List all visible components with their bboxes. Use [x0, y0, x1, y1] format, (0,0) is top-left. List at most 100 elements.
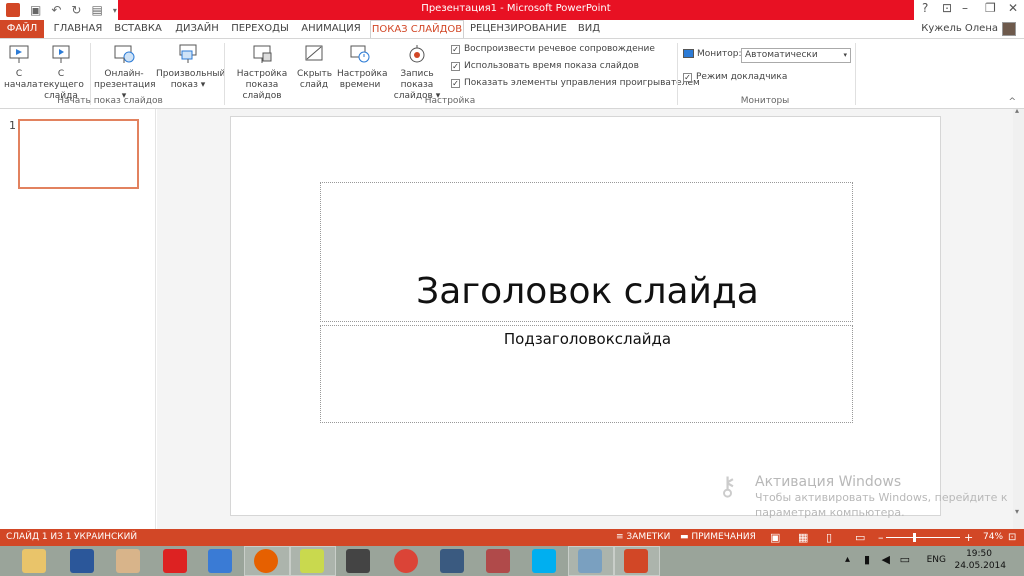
- tab-file[interactable]: ФАЙЛ: [0, 20, 44, 38]
- subtitle-placeholder[interactable]: Подзаголовокслайда: [320, 325, 853, 423]
- powerpoint-icon[interactable]: [624, 549, 648, 573]
- checkbox-checked-icon: ✓: [451, 61, 460, 71]
- restore-button[interactable]: ❐: [985, 1, 996, 15]
- checkbox-checked-icon: ✓: [451, 78, 460, 88]
- avatar[interactable]: [1002, 22, 1016, 36]
- media-player-icon[interactable]: [208, 549, 232, 573]
- group-label-start-show: Начать показ слайдов: [57, 96, 163, 106]
- ribbon-display-options-icon[interactable]: ⊡: [942, 1, 952, 15]
- ribbon-separator: [677, 43, 678, 105]
- tab-home[interactable]: ГЛАВНАЯ: [50, 20, 106, 38]
- drawing-app-icon[interactable]: [578, 549, 602, 573]
- tab-transitions[interactable]: ПЕРЕХОДЫ: [229, 20, 291, 38]
- file-explorer-icon[interactable]: [22, 549, 46, 573]
- pen-tool-icon[interactable]: [346, 549, 370, 573]
- slide-thumbnail[interactable]: [18, 119, 139, 189]
- chrome-icon[interactable]: [394, 549, 418, 573]
- media-app-icon[interactable]: [486, 549, 510, 573]
- customize-qat-icon[interactable]: ▾: [113, 6, 117, 15]
- show-media-controls-checkbox[interactable]: ✓ Показать элементы управления проигрыва…: [451, 78, 700, 88]
- record-slide-show-button[interactable]: Запись показа слайдов ▾: [385, 43, 449, 102]
- from-current-slide-button[interactable]: С текущего слайда: [36, 43, 86, 102]
- monitor-icon: [683, 49, 694, 58]
- close-button[interactable]: ✕: [1008, 1, 1018, 15]
- tab-view[interactable]: ВИД: [572, 20, 606, 38]
- ribbon-tabs: ФАЙЛ ГЛАВНАЯ ВСТАВКА ДИЗАЙН ПЕРЕХОДЫ АНИ…: [0, 20, 1024, 38]
- checkbox-checked-icon: ✓: [451, 44, 460, 54]
- folder-app-icon[interactable]: [300, 549, 324, 573]
- slide-canvas[interactable]: Заголовок слайда Подзаголовокслайда: [230, 116, 941, 516]
- m-app-icon[interactable]: [440, 549, 464, 573]
- comments-button[interactable]: ▬ ПРИМЕЧАНИЯ: [680, 529, 756, 546]
- ribbon-separator: [855, 43, 856, 105]
- zoom-slider[interactable]: [886, 537, 960, 538]
- ribbon: С начала С текущего слайда Онлайн- презе…: [0, 38, 1024, 109]
- powerpoint-window: ▣ ↶ ↻ ▤ ▾ Презентация1 - Microsoft Power…: [0, 0, 1024, 576]
- record-icon: [409, 45, 425, 63]
- key-icon: ⚷: [718, 472, 738, 502]
- rehearse-timings-button[interactable]: Настройка времени: [337, 43, 388, 91]
- save-icon[interactable]: ▣: [30, 3, 41, 17]
- play-from-start-icon: [9, 45, 29, 63]
- clock-time[interactable]: 19:50: [966, 549, 992, 559]
- zoom-out-button[interactable]: –: [878, 529, 884, 546]
- use-timings-checkbox[interactable]: ✓ Использовать время показа слайдов: [451, 61, 639, 71]
- redo-icon[interactable]: ↻: [71, 3, 81, 17]
- network-icon[interactable]: ▮: [864, 553, 870, 566]
- vertical-scrollbar[interactable]: ▴ ▾: [1013, 106, 1024, 529]
- title-placeholder[interactable]: Заголовок слайда: [320, 182, 853, 322]
- tab-animations[interactable]: АНИМАЦИЯ: [299, 20, 363, 38]
- tab-insert[interactable]: ВСТАВКА: [112, 20, 164, 38]
- help-button[interactable]: ?: [922, 1, 928, 15]
- presenter-view-checkbox[interactable]: ✓ Режим докладчика: [683, 72, 787, 82]
- play-narrations-checkbox[interactable]: ✓ Воспроизвести речевое сопровождение: [451, 44, 655, 54]
- paint-icon[interactable]: [116, 549, 140, 573]
- hide-slide-button[interactable]: Скрыть слайд: [297, 43, 332, 91]
- slide-editing-area: Заголовок слайда Подзаголовокслайда: [157, 109, 1024, 529]
- zoom-in-button[interactable]: +: [964, 529, 973, 546]
- yandex-icon[interactable]: [163, 549, 187, 573]
- hide-slide-icon: [305, 45, 323, 61]
- scroll-up-icon[interactable]: ▴: [1015, 106, 1019, 115]
- show-hidden-icons-icon[interactable]: ▴: [845, 554, 850, 565]
- firefox-icon[interactable]: [254, 549, 278, 573]
- title-bar: ▣ ↶ ↻ ▤ ▾ Презентация1 - Microsoft Power…: [0, 0, 1024, 20]
- skype-icon[interactable]: [532, 549, 556, 573]
- stopwatch-icon: [350, 45, 370, 63]
- slide-sorter-icon[interactable]: ▦: [798, 529, 808, 546]
- play-from-current-icon: [52, 45, 70, 63]
- undo-icon[interactable]: ↶: [51, 3, 61, 17]
- volume-icon[interactable]: ◀: [882, 553, 890, 566]
- tab-design[interactable]: ДИЗАЙН: [172, 20, 222, 38]
- monitor-select[interactable]: Автоматически ▾: [741, 48, 851, 63]
- powerpoint-logo-icon: [6, 3, 20, 17]
- zoom-slider-thumb[interactable]: [913, 533, 916, 542]
- slide-title: Заголовок слайда: [416, 271, 759, 312]
- checkbox-checked-icon: ✓: [683, 72, 692, 82]
- keyboard-language[interactable]: ENG: [927, 555, 946, 565]
- custom-show-button[interactable]: Произвольный показ ▾: [156, 43, 225, 91]
- start-show-icon[interactable]: ▤: [91, 3, 102, 17]
- minimize-button[interactable]: –: [962, 1, 968, 15]
- word-icon[interactable]: [70, 549, 94, 573]
- notes-button[interactable]: ≡ ЗАМЕТКИ: [616, 529, 670, 546]
- group-label-monitors: Мониторы: [740, 96, 790, 106]
- slide-thumbnails-pane: 1: [0, 109, 156, 529]
- scroll-down-icon[interactable]: ▾: [1015, 507, 1019, 516]
- normal-view-icon[interactable]: ▣: [770, 529, 780, 546]
- clock-date[interactable]: 24.05.2014: [954, 561, 1006, 571]
- set-up-slide-show-button[interactable]: Настройка показа слайдов: [228, 43, 296, 102]
- battery-icon[interactable]: ▭: [900, 553, 910, 566]
- present-online-button[interactable]: Онлайн- презентация ▾: [94, 43, 156, 102]
- windows-taskbar: ▴ ▮ ◀ ▭ ENG 19:50 24.05.2014: [0, 546, 1024, 576]
- slide-show-view-icon[interactable]: ▭: [855, 529, 865, 546]
- reading-view-icon[interactable]: ▯: [826, 529, 832, 546]
- quick-access-toolbar: ▣ ↶ ↻ ▤ ▾: [6, 2, 117, 18]
- zoom-level[interactable]: 74%: [983, 529, 1003, 546]
- user-name[interactable]: Кужель Олена: [921, 23, 998, 34]
- tab-slide-show[interactable]: ПОКАЗ СЛАЙДОВ: [370, 20, 464, 38]
- fit-slide-icon[interactable]: ⊡: [1008, 529, 1016, 546]
- from-beginning-button[interactable]: С начала: [4, 43, 38, 91]
- tab-review[interactable]: РЕЦЕНЗИРОВАНИЕ: [470, 20, 567, 38]
- language-indicator[interactable]: УКРАИНСКИЙ: [74, 529, 137, 546]
